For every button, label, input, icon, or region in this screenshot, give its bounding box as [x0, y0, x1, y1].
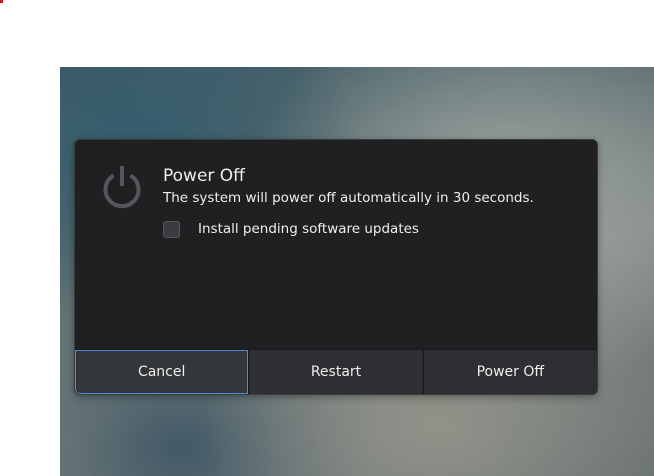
power-icon — [103, 166, 141, 209]
cancel-button[interactable]: Cancel — [75, 350, 250, 394]
install-updates-checkbox[interactable] — [163, 220, 180, 238]
power-off-dialog: Power Off The system will power off auto… — [74, 139, 598, 395]
install-updates-label: Install pending software updates — [198, 221, 419, 237]
corner-marker — [0, 0, 3, 3]
restart-button[interactable]: Restart — [249, 350, 424, 394]
install-updates-option[interactable]: Install pending software updates — [163, 219, 419, 239]
power-off-button[interactable]: Power Off — [423, 350, 597, 394]
dialog-button-row: Cancel Restart Power Off — [75, 349, 597, 394]
dialog-message: The system will power off automatically … — [163, 190, 534, 206]
dialog-title: Power Off — [163, 166, 245, 186]
